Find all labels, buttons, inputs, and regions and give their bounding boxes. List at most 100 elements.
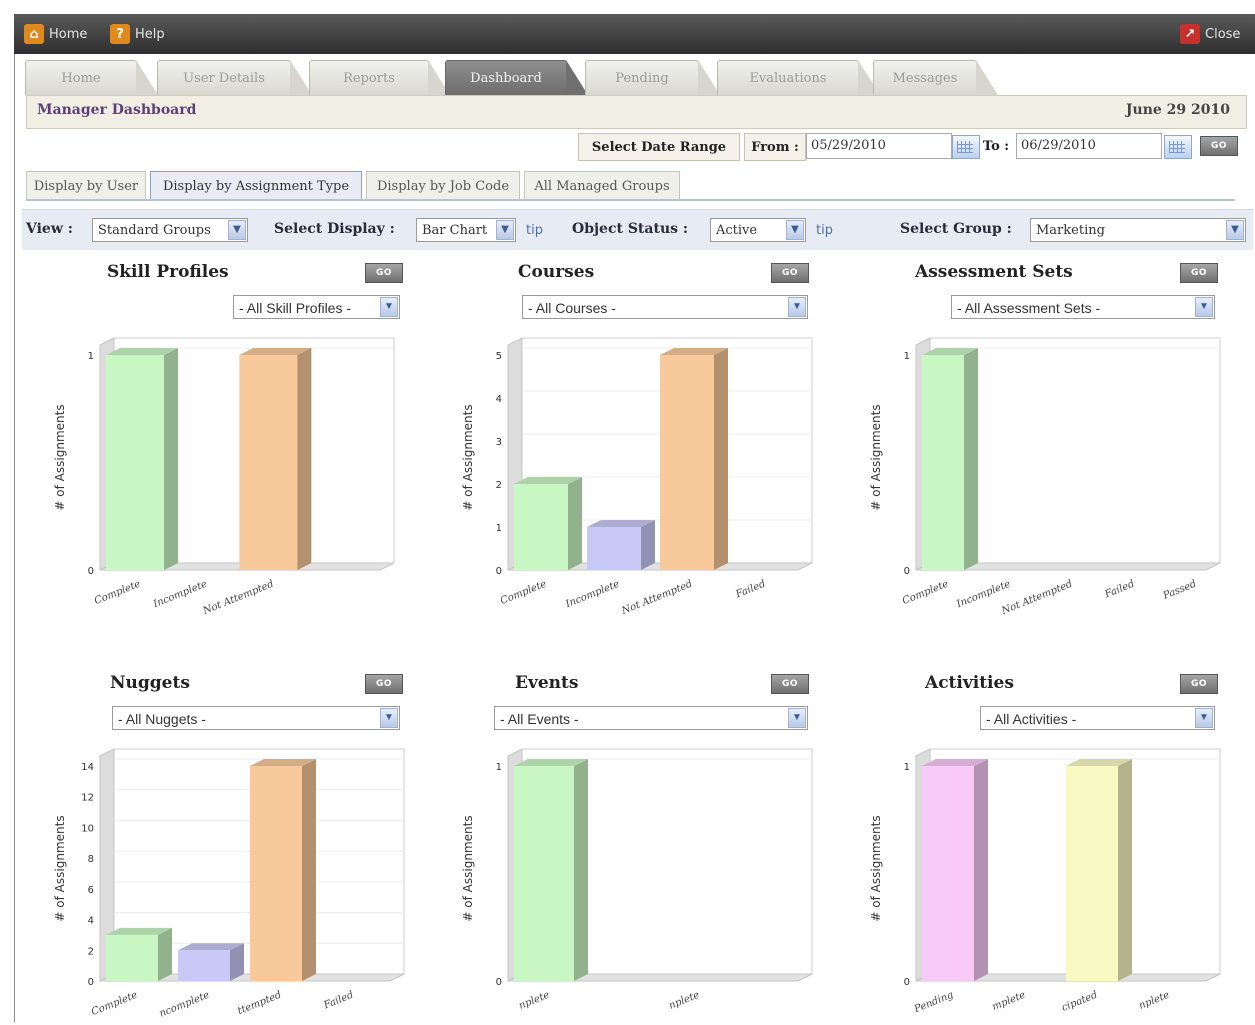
tab-display-by-assignment-type[interactable]: Display by Assignment Type <box>150 171 362 201</box>
x-tick-label: Not Attempted <box>999 579 1074 618</box>
view-select[interactable]: Standard Groups ▼ <box>92 218 248 242</box>
bar-side <box>574 759 588 981</box>
x-tick-label: Not Attempted <box>619 579 694 618</box>
x-tick-label: Failed <box>1102 579 1136 601</box>
y-tick-label: 4 <box>88 916 94 927</box>
nuggets-select-value: - All Nuggets - <box>118 711 206 727</box>
group-select-value: Marketing <box>1036 223 1105 238</box>
chart-svg: 0 1 # of Assignments Pending mplete cipated np… <box>869 748 1221 1016</box>
y-tick-label: 4 <box>496 394 502 405</box>
chart-svg: 01# of AssignmentsComplete IncompleteNot … <box>869 337 1221 618</box>
tab-home[interactable]: Home <box>25 60 158 95</box>
nuggets-select[interactable]: - All Nuggets - ▼ <box>112 706 400 730</box>
y-tick-label: 6 <box>88 885 94 896</box>
skill-profiles-go-button[interactable]: GO <box>365 263 403 283</box>
x-tick-label: ttempted <box>236 990 283 1018</box>
events-title: Events <box>515 673 579 693</box>
tab-reports[interactable]: Reports <box>309 60 450 95</box>
skill-profiles-title: Skill Profiles <box>107 262 229 282</box>
status-tip-link[interactable]: tip <box>816 223 833 238</box>
assessment-sets-select[interactable]: - All Assessment Sets - ▼ <box>951 295 1215 319</box>
display-select[interactable]: Bar Chart ▼ <box>416 218 516 242</box>
display-tip-link[interactable]: tip <box>526 223 543 238</box>
tab-label: User Details <box>183 70 265 86</box>
page-header: Manager Dashboard June 29 2010 <box>26 95 1247 129</box>
view-select-value: Standard Groups <box>98 223 211 238</box>
home-link-label: Home <box>49 26 88 42</box>
help-link[interactable]: ? Help <box>110 22 165 46</box>
bar <box>106 934 158 981</box>
y-tick-label: 0 <box>496 977 502 988</box>
object-status-label: Object Status : <box>572 221 689 237</box>
x-tick-label: nplete <box>517 990 551 1012</box>
chevron-down-icon: ▼ <box>496 220 514 240</box>
nuggets-chart: 0 2 4 6 8 10 12 14 # of Assignments Complete ncomp… <box>40 736 410 1022</box>
x-tick-label: Failed <box>733 579 767 601</box>
skill-profiles-chart: 0 1 # of Assignments Complete Incomplete Not … <box>40 325 410 625</box>
bar <box>1066 766 1118 981</box>
close-link-label: Close <box>1205 26 1241 42</box>
tab-all-managed-groups[interactable]: All Managed Groups <box>524 171 680 201</box>
nuggets-go-button[interactable]: GO <box>365 674 403 694</box>
bar <box>106 355 164 570</box>
object-status-value: Active <box>716 223 758 238</box>
y-tick-label: 10 <box>81 823 94 834</box>
assessment-sets-title: Assessment Sets <box>915 262 1073 282</box>
to-calendar-icon[interactable] <box>1164 135 1192 159</box>
bar <box>514 484 568 570</box>
y-tick-label: 2 <box>496 480 502 491</box>
y-tick-label: 12 <box>81 793 94 804</box>
object-status-select[interactable]: Active ▼ <box>710 218 806 242</box>
y-tick-label: 8 <box>88 854 94 865</box>
events-select-value: - All Events - <box>500 711 579 727</box>
date-range-label: Select Date Range <box>578 133 740 161</box>
chart-svg: 0 1 # of Assignments nplete nplete <box>461 748 813 1012</box>
main-tabs: Home User Details Reports Dashboard Pend… <box>15 54 1255 96</box>
bar-side <box>1118 759 1132 981</box>
x-tick-label: Pending <box>912 990 955 1016</box>
page-title: Manager Dashboard <box>37 102 197 118</box>
tab-messages[interactable]: Messages <box>873 60 998 95</box>
bar <box>178 950 230 981</box>
activities-go-button[interactable]: GO <box>1180 674 1218 694</box>
tab-display-by-job-code[interactable]: Display by Job Code <box>366 171 520 201</box>
tab-pending[interactable]: Pending <box>585 60 720 95</box>
courses-select[interactable]: - All Courses - ▼ <box>522 295 808 319</box>
chevron-down-icon: ▼ <box>788 297 806 317</box>
to-date-input[interactable]: 06/29/2010 <box>1016 133 1162 159</box>
bar <box>514 766 574 981</box>
home-link[interactable]: ⌂ Home <box>24 22 87 46</box>
x-tick-label: Incomplete <box>151 579 209 611</box>
chart-svg: 01# of AssignmentsComplete IncompleteNot … <box>53 337 395 617</box>
y-tick-label: 1 <box>88 351 94 362</box>
events-select[interactable]: - All Events - ▼ <box>494 706 808 730</box>
group-select[interactable]: Marketing ▼ <box>1030 218 1246 242</box>
tab-user-details[interactable]: User Details <box>157 60 312 95</box>
chart-svg: 0 1 2 3 4 5 # of Assignments Complete Incomplete… <box>461 337 813 618</box>
tab-evaluations[interactable]: Evaluations <box>717 60 880 95</box>
bar <box>660 355 714 570</box>
courses-go-button[interactable]: GO <box>771 263 809 283</box>
courses-title: Courses <box>518 262 595 282</box>
current-date: June 29 2010 <box>1125 102 1230 118</box>
bar <box>250 766 302 981</box>
x-tick-label: Complete <box>499 579 548 607</box>
from-date-input[interactable]: 05/29/2010 <box>806 133 952 159</box>
bar-side <box>974 759 988 981</box>
date-range-go-button[interactable]: GO <box>1200 136 1238 156</box>
skill-profiles-select[interactable]: - All Skill Profiles - ▼ <box>233 295 400 319</box>
chevron-down-icon: ▼ <box>786 220 804 240</box>
close-link[interactable]: ↗ Close <box>1180 22 1240 46</box>
chart-svg: 0 2 4 6 8 10 12 14 # of Assignments Complete ncomp… <box>53 748 405 1020</box>
tab-dashboard[interactable]: Dashboard <box>445 60 588 95</box>
y-tick-label: 0 <box>88 566 94 577</box>
chevron-down-icon: ▼ <box>380 297 398 317</box>
y-tick-label: 0 <box>904 566 910 577</box>
events-go-button[interactable]: GO <box>771 674 809 694</box>
assessment-sets-go-button[interactable]: GO <box>1180 263 1218 283</box>
y-tick-label: 0 <box>496 566 502 577</box>
tab-display-by-user[interactable]: Display by User <box>26 171 146 201</box>
activities-select[interactable]: - All Activities - ▼ <box>980 706 1215 730</box>
bar-side <box>568 477 582 570</box>
from-calendar-icon[interactable] <box>952 135 980 159</box>
